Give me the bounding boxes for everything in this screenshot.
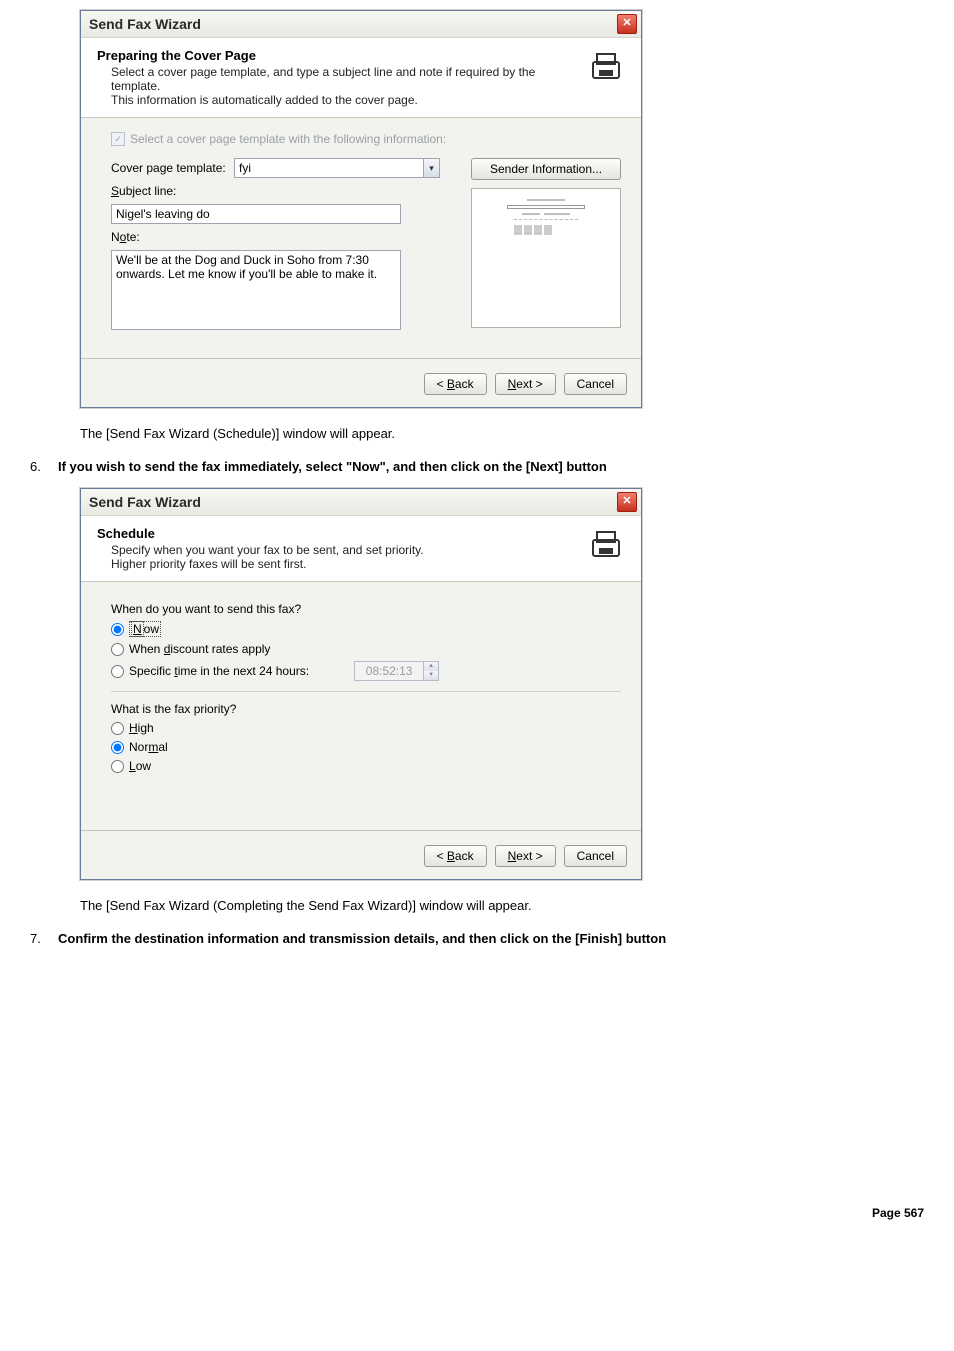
time-input: [354, 661, 424, 681]
select-template-checkbox: ✓ Select a cover page template with the …: [111, 132, 621, 146]
wizard-header-title: Preparing the Cover Page: [97, 48, 579, 63]
radio-high[interactable]: High: [111, 721, 621, 735]
wizard-header-desc2: This information is automatically added …: [111, 93, 579, 107]
time-spinner: ▲ ▼: [354, 661, 439, 681]
cover-template-combo[interactable]: ▾: [234, 158, 440, 178]
wizard-header: Schedule Specify when you want your fax …: [81, 516, 641, 582]
radio-specific-time[interactable]: Specific time in the next 24 hours: ▲ ▼: [111, 661, 621, 681]
chevron-down-icon[interactable]: ▾: [424, 158, 440, 178]
caption-completing-appears: The [Send Fax Wizard (Completing the Sen…: [80, 898, 924, 913]
question-priority: What is the fax priority?: [111, 702, 621, 716]
divider: [81, 358, 641, 359]
cover-preview: [471, 188, 621, 328]
fax-icon: [587, 526, 627, 566]
divider: [81, 830, 641, 831]
wizard-header: Preparing the Cover Page Select a cover …: [81, 38, 641, 118]
spin-down-icon: ▼: [424, 671, 438, 680]
radio-normal[interactable]: Normal: [111, 740, 621, 754]
subject-label: Subject line:: [111, 184, 226, 198]
wizard-schedule-window: Send Fax Wizard ✕ Schedule Specify when …: [80, 488, 642, 880]
back-button[interactable]: < Back: [424, 845, 487, 867]
caption-schedule-appears: The [Send Fax Wizard (Schedule)] window …: [80, 426, 924, 441]
radio-low[interactable]: Low: [111, 759, 621, 773]
window-title: Send Fax Wizard: [89, 16, 201, 32]
wizard-header-title: Schedule: [97, 526, 579, 541]
note-label: Note:: [111, 230, 226, 244]
close-icon[interactable]: ✕: [617, 14, 637, 34]
titlebar: Send Fax Wizard ✕: [81, 11, 641, 38]
next-button[interactable]: Next >: [495, 845, 556, 867]
radio-now-input[interactable]: [111, 623, 124, 636]
radio-high-input[interactable]: [111, 722, 124, 735]
radio-low-input[interactable]: [111, 760, 124, 773]
cover-template-input[interactable]: [234, 158, 424, 178]
cover-template-label: Cover page template:: [111, 161, 226, 175]
wizard-header-desc: Specify when you want your fax to be sen…: [111, 543, 579, 557]
sender-info-button[interactable]: Sender Information...: [471, 158, 621, 180]
step-number: 6.: [30, 459, 58, 474]
question-when-send: When do you want to send this fax?: [111, 602, 621, 616]
radio-discount[interactable]: When discount rates apply: [111, 642, 621, 656]
cancel-button[interactable]: Cancel: [564, 373, 627, 395]
radio-discount-input[interactable]: [111, 643, 124, 656]
subject-input[interactable]: [111, 204, 401, 224]
fax-icon: [587, 48, 627, 88]
radio-now[interactable]: Now: [111, 621, 621, 637]
page-footer: Page 567: [30, 1206, 924, 1220]
next-button[interactable]: Next >: [495, 373, 556, 395]
close-icon[interactable]: ✕: [617, 492, 637, 512]
wizard-header-desc: Select a cover page template, and type a…: [111, 65, 579, 93]
radio-normal-input[interactable]: [111, 741, 124, 754]
step-7-instruction: Confirm the destination information and …: [58, 931, 924, 946]
step-number: 7.: [30, 931, 58, 946]
back-button[interactable]: < Back: [424, 373, 487, 395]
spin-up-icon: ▲: [424, 662, 438, 671]
divider: [111, 691, 621, 692]
wizard-cover-page-window: Send Fax Wizard ✕ Preparing the Cover Pa…: [80, 10, 642, 408]
titlebar: Send Fax Wizard ✕: [81, 489, 641, 516]
wizard-header-desc2: Higher priority faxes will be sent first…: [111, 557, 579, 571]
note-textarea[interactable]: We'll be at the Dog and Duck in Soho fro…: [111, 250, 401, 330]
cancel-button[interactable]: Cancel: [564, 845, 627, 867]
step-6-instruction: If you wish to send the fax immediately,…: [58, 459, 924, 474]
window-title: Send Fax Wizard: [89, 494, 201, 510]
radio-specific-input[interactable]: [111, 665, 124, 678]
